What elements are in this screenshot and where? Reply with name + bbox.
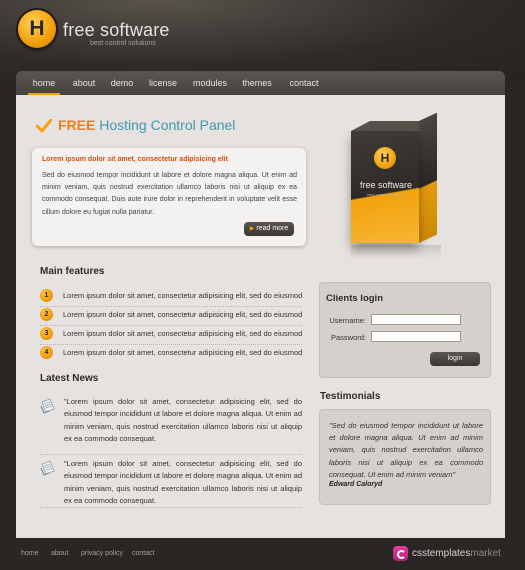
number-badge-icon: 2 xyxy=(40,308,53,321)
box-logo-icon: H xyxy=(374,147,396,169)
login-title: Clients login xyxy=(326,293,383,304)
footer-link-privacy[interactable]: privacy policy xyxy=(81,550,123,557)
feature-text: Lorem ipsum dolor sit amet, consectetur … xyxy=(63,310,303,319)
footer-link-about[interactable]: about xyxy=(51,550,69,557)
checkmark-icon xyxy=(36,119,52,133)
feature-item: 1 Lorem ipsum dolor sit amet, consectetu… xyxy=(40,289,310,303)
news-item: "Lorem ipsum dolor sit amet, consectetur… xyxy=(40,396,302,448)
number-badge-icon: 4 xyxy=(40,346,53,359)
site-tagline: best control solutions xyxy=(90,40,156,47)
market-logo-thin: market xyxy=(470,548,501,559)
read-more-button[interactable]: ▶ read more xyxy=(244,222,294,236)
hero-title-emphasis: FREE xyxy=(58,117,96,133)
password-input[interactable] xyxy=(371,331,461,342)
divider xyxy=(40,454,302,455)
username-input[interactable] xyxy=(371,314,461,325)
divider xyxy=(40,344,302,345)
market-logo-icon xyxy=(393,546,408,561)
number-badge-icon: 1 xyxy=(40,289,53,302)
feature-text: Lorem ipsum dolor sit amet, consectetur … xyxy=(63,291,303,300)
product-box-image: H free software best control solutions xyxy=(347,112,467,262)
hero-title-rest: Hosting Control Panel xyxy=(99,117,236,133)
divider xyxy=(40,306,302,307)
feature-item: 2 Lorem ipsum dolor sit amet, consectetu… xyxy=(40,308,310,322)
box-side-face xyxy=(419,112,437,243)
box-shadow xyxy=(351,245,441,259)
login-button[interactable]: login xyxy=(430,352,480,366)
feature-text: Lorem ipsum dolor sit amet, consectetur … xyxy=(63,348,303,357)
hero-title: FREE Hosting Control Panel xyxy=(58,117,235,133)
login-box: Clients login Username: Password: login xyxy=(319,282,491,378)
site-title: free software xyxy=(63,20,170,40)
newspaper-icon xyxy=(40,398,55,414)
nav-item-modules[interactable]: modules xyxy=(190,71,230,95)
number-badge-icon: 3 xyxy=(40,327,53,340)
play-arrow-icon: ▶ xyxy=(249,226,255,232)
password-label: Password: xyxy=(330,333,366,342)
news-text: "Lorem ipsum dolor sit amet, consectetur… xyxy=(64,459,302,505)
nav-item-contact[interactable]: contact xyxy=(284,71,324,95)
logo-icon[interactable]: H xyxy=(18,10,56,48)
csstemplates-market-logo[interactable]: csstemplatesmarket xyxy=(393,546,513,564)
newspaper-icon xyxy=(40,460,55,476)
footer-link-home[interactable]: home xyxy=(21,550,39,557)
main-content: FREE Hosting Control Panel Lorem ipsum d… xyxy=(16,95,505,538)
nav-item-license[interactable]: license xyxy=(145,71,181,95)
news-item: "Lorem ipsum dolor sit amet, consectetur… xyxy=(40,458,302,510)
testimonial-box: "Sed do eiusmod tempor incididunt ut lab… xyxy=(319,409,491,505)
box-product-subtitle: best control solutions xyxy=(367,192,405,197)
feature-item: 4 Lorem ipsum dolor sit amet, consectetu… xyxy=(40,346,310,360)
features-title: Main features xyxy=(40,266,105,277)
box-product-name: free software xyxy=(359,180,413,190)
intro-box: Lorem ipsum dolor sit amet, consectetur … xyxy=(32,148,306,246)
testimonial-quote: "Sed do eiusmod tempor incididunt ut lab… xyxy=(329,421,483,479)
news-text: "Lorem ipsum dolor sit amet, consectetur… xyxy=(64,397,302,443)
username-label: Username: xyxy=(329,316,366,325)
feature-text: Lorem ipsum dolor sit amet, consectetur … xyxy=(63,329,303,338)
nav-item-home[interactable]: home xyxy=(28,71,60,95)
nav-item-themes[interactable]: themes xyxy=(239,71,275,95)
market-logo-bold: csstemplates xyxy=(412,548,471,559)
testimonials-title: Testimonials xyxy=(320,391,381,402)
logo-letter: H xyxy=(29,17,45,40)
main-nav: home about demo license modules themes c… xyxy=(16,71,505,95)
nav-item-about[interactable]: about xyxy=(69,71,99,95)
nav-item-demo[interactable]: demo xyxy=(108,71,136,95)
divider xyxy=(40,507,302,508)
footer-link-contact[interactable]: contact xyxy=(132,550,155,557)
intro-text: Sed do eiusmod tempor incididunt ut labo… xyxy=(42,172,297,216)
divider xyxy=(40,325,302,326)
read-more-label: read more xyxy=(256,225,289,232)
feature-item: 3 Lorem ipsum dolor sit amet, consectetu… xyxy=(40,327,310,341)
market-logo-text: csstemplatesmarket xyxy=(412,548,501,559)
intro-heading: Lorem ipsum dolor sit amet, consectetur … xyxy=(42,156,228,163)
news-title: Latest News xyxy=(40,373,99,384)
testimonial-author: Edward Caloryd xyxy=(329,481,383,488)
